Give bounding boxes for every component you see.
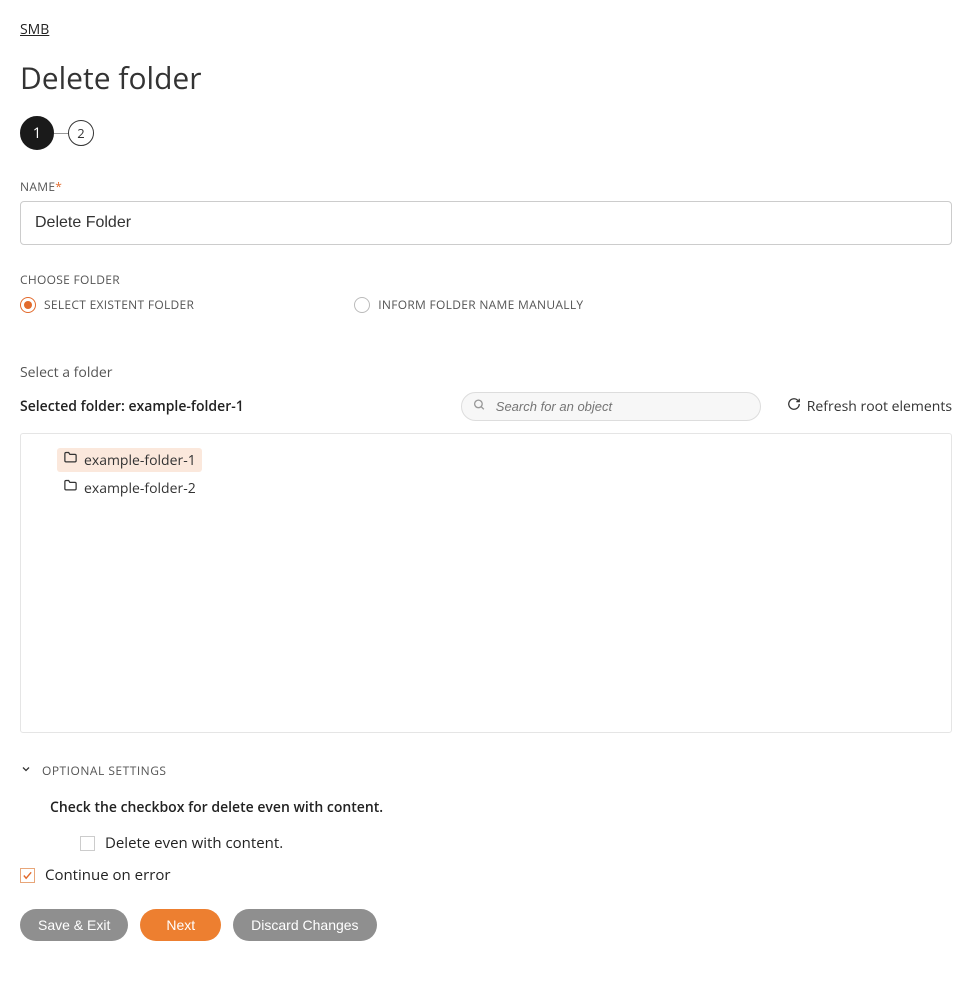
refresh-label: Refresh root elements bbox=[807, 397, 952, 416]
chevron-down-icon bbox=[20, 761, 32, 780]
checkbox-icon bbox=[80, 836, 95, 851]
search-input[interactable] bbox=[461, 392, 761, 421]
next-button[interactable]: Next bbox=[140, 909, 221, 941]
radio-icon bbox=[20, 297, 36, 313]
tree-item-label: example-folder-2 bbox=[84, 479, 196, 498]
folder-tree: example-folder-1 example-folder-2 bbox=[20, 433, 952, 733]
name-input[interactable] bbox=[20, 201, 952, 245]
radio-label: SELECT EXISTENT FOLDER bbox=[44, 296, 194, 313]
tree-item-label: example-folder-1 bbox=[84, 451, 196, 470]
choose-folder-label: CHOOSE FOLDER bbox=[20, 271, 952, 288]
radio-label: INFORM FOLDER NAME MANUALLY bbox=[378, 296, 583, 313]
checkbox-label: Delete even with content. bbox=[105, 833, 283, 853]
optional-instruction: Check the checkbox for delete even with … bbox=[50, 798, 952, 817]
radio-select-existent[interactable]: SELECT EXISTENT FOLDER bbox=[20, 296, 194, 313]
folder-icon bbox=[63, 478, 78, 498]
refresh-button[interactable]: Refresh root elements bbox=[787, 397, 952, 416]
breadcrumb[interactable]: SMB bbox=[20, 20, 49, 39]
folder-toolbar: Selected folder: example-folder-1 Refres… bbox=[20, 392, 952, 421]
name-field-group: NAME* bbox=[20, 178, 952, 245]
select-folder-heading: Select a folder bbox=[20, 363, 952, 382]
required-asterisk: * bbox=[55, 178, 62, 195]
checkbox-icon bbox=[20, 868, 35, 883]
name-label: NAME* bbox=[20, 178, 952, 195]
refresh-icon bbox=[787, 397, 801, 416]
optional-settings-body: Check the checkbox for delete even with … bbox=[20, 798, 952, 853]
name-label-text: NAME bbox=[20, 178, 55, 195]
radio-inform-manually[interactable]: INFORM FOLDER NAME MANUALLY bbox=[354, 296, 583, 313]
search-wrap bbox=[461, 392, 761, 421]
folder-icon bbox=[63, 450, 78, 470]
step-connector bbox=[54, 133, 68, 134]
optional-settings-title: OPTIONAL SETTINGS bbox=[42, 762, 167, 779]
button-row: Save & Exit Next Discard Changes bbox=[20, 909, 952, 941]
continue-on-error-checkbox-row[interactable]: Continue on error bbox=[20, 865, 952, 885]
tree-item-example-folder-2[interactable]: example-folder-2 bbox=[57, 476, 202, 500]
selected-folder-value: example-folder-1 bbox=[128, 397, 243, 416]
stepper: 1 2 bbox=[20, 116, 952, 150]
selected-folder-display: Selected folder: example-folder-1 bbox=[20, 397, 244, 416]
selected-folder-prefix: Selected folder: bbox=[20, 397, 128, 416]
step-2[interactable]: 2 bbox=[68, 120, 94, 146]
checkbox-label: Continue on error bbox=[45, 865, 170, 885]
save-exit-button[interactable]: Save & Exit bbox=[20, 909, 128, 941]
radio-icon bbox=[354, 297, 370, 313]
tree-item-example-folder-1[interactable]: example-folder-1 bbox=[57, 448, 202, 472]
optional-settings-toggle[interactable]: OPTIONAL SETTINGS bbox=[20, 761, 952, 780]
step-1[interactable]: 1 bbox=[20, 116, 54, 150]
search-icon bbox=[473, 397, 486, 416]
page-title: Delete folder bbox=[20, 57, 952, 98]
delete-with-content-checkbox-row[interactable]: Delete even with content. bbox=[50, 833, 952, 853]
choose-folder-group: CHOOSE FOLDER SELECT EXISTENT FOLDER INF… bbox=[20, 271, 952, 313]
discard-button[interactable]: Discard Changes bbox=[233, 909, 376, 941]
